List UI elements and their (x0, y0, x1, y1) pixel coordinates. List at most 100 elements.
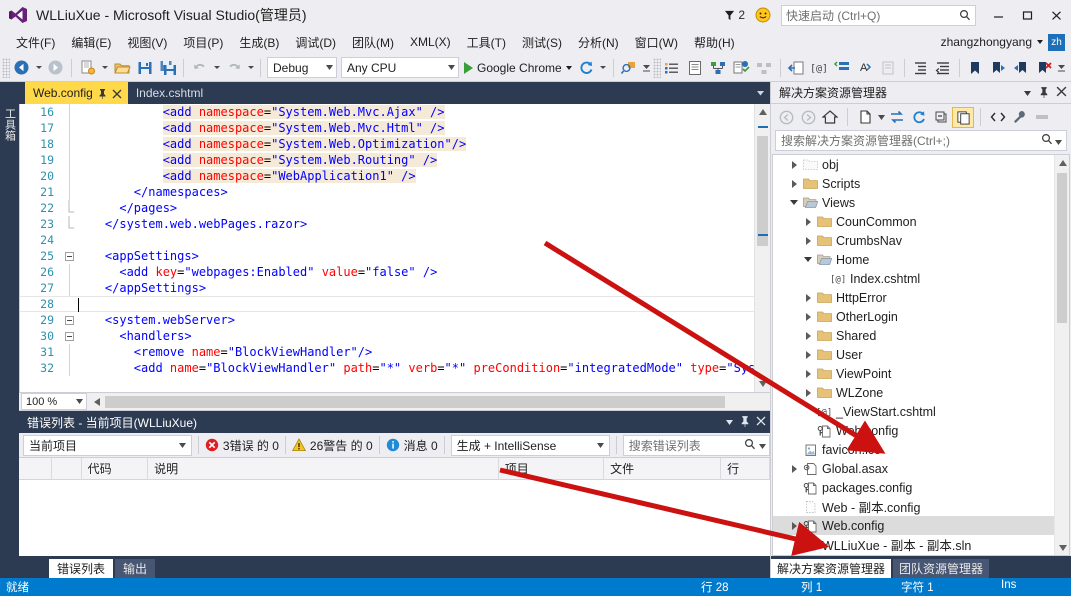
tab-team-explorer[interactable]: 团队资源管理器 (893, 559, 990, 578)
close-icon[interactable] (112, 88, 122, 99)
code-line[interactable]: 24 (20, 232, 770, 248)
code-line[interactable]: 19 <add namespace="System.Web.Routing" /… (20, 152, 770, 168)
error-col-blank[interactable] (19, 457, 53, 480)
pin-icon[interactable] (98, 88, 107, 99)
toolbox-tab[interactable]: 工具箱 (0, 86, 19, 162)
code-line[interactable]: 29 <system.webServer> (20, 312, 770, 328)
navigate-forward-icon[interactable] (44, 57, 67, 79)
clear-bookmarks-icon[interactable] (1033, 57, 1056, 79)
chevron-right-icon[interactable] (801, 288, 815, 307)
code-line[interactable]: 18 <add namespace="System.Web.Optimizati… (20, 136, 770, 152)
editor-horizontal-scrollbar[interactable] (89, 393, 770, 410)
close-icon[interactable] (1056, 86, 1067, 100)
menu-file[interactable]: 文件(F) (8, 31, 63, 54)
code-line[interactable]: 31 <remove name="BlockViewHandler"/> (20, 344, 770, 360)
warning-count-toggle[interactable]: 26警告 的 0 (291, 437, 373, 454)
solution-tree[interactable]: obj Scripts Views CounCommon CrumbsNav Home [@… (772, 154, 1070, 556)
error-col-project[interactable]: 项目 (499, 457, 605, 480)
tree-node[interactable]: OtherLogin (773, 307, 1069, 326)
chevron-right-icon[interactable] (787, 174, 801, 193)
send-smile-icon[interactable] (755, 7, 771, 23)
scroll-left-button[interactable] (89, 394, 105, 410)
tree-node[interactable]: User (773, 345, 1069, 364)
code-line[interactable]: 27 </appSettings> (20, 280, 770, 296)
home-icon[interactable] (819, 107, 841, 128)
view-code-icon[interactable] (987, 107, 1009, 128)
new-project-icon[interactable] (76, 57, 99, 79)
bookmark-icon[interactable] (964, 57, 987, 79)
menu-build[interactable]: 生成(B) (231, 31, 287, 54)
solution-vertical-scrollbar[interactable] (1054, 155, 1069, 555)
window-menu-button[interactable] (1023, 86, 1032, 100)
tree-node[interactable]: Home (773, 250, 1069, 269)
chevron-right-icon[interactable] (801, 364, 815, 383)
tree-node[interactable]: CrumbsNav (773, 231, 1069, 250)
code-line[interactable]: 16 <add namespace="System.Web.Mvc.Ajax" … (20, 104, 770, 120)
tab-list-menu-button[interactable] (752, 84, 768, 102)
scroll-down-button[interactable] (1055, 540, 1069, 555)
error-col-file[interactable]: 文件 (604, 457, 722, 480)
error-col-code[interactable]: 代码 (82, 457, 149, 480)
tree-node[interactable]: [@] _ViewStart.cshtml (773, 402, 1069, 421)
toolbar-overflow-button-2[interactable] (1056, 57, 1068, 79)
show-all-files-icon[interactable] (952, 106, 974, 128)
tree-node[interactable]: ViewPoint (773, 364, 1069, 383)
tree-node[interactable]: packages.config (773, 478, 1069, 497)
chevron-right-icon[interactable] (801, 345, 815, 364)
decrease-indent-icon[interactable] (932, 57, 955, 79)
tree-node[interactable]: Shared (773, 326, 1069, 345)
chevron-right-icon[interactable] (801, 326, 815, 345)
new-project-dropdown[interactable] (99, 57, 110, 79)
navigate-back-icon[interactable] (10, 57, 33, 79)
open-file-icon[interactable] (110, 57, 133, 79)
comment-lines-icon[interactable] (831, 57, 854, 79)
menu-debug[interactable]: 调试(D) (287, 31, 344, 54)
close-icon[interactable] (756, 415, 766, 429)
chevron-right-icon[interactable] (801, 231, 815, 250)
go-to-definition-icon[interactable] (785, 57, 808, 79)
save-all-icon[interactable] (156, 57, 179, 79)
tree-node[interactable]: [@] Index.cshtml (773, 269, 1069, 288)
tree-node[interactable]: obj (773, 155, 1069, 174)
scroll-up-button[interactable] (1055, 155, 1069, 170)
chevron-right-icon[interactable] (801, 212, 815, 231)
tree-node[interactable]: favicon.ico (773, 440, 1069, 459)
editor-tab-web-config[interactable]: Web.config (25, 82, 128, 104)
fold-collapse-icon[interactable] (62, 315, 76, 325)
tree-node[interactable]: HttpError (773, 288, 1069, 307)
increase-indent-icon[interactable] (909, 57, 932, 79)
quick-launch-input[interactable]: 快速启动 (Ctrl+Q) (781, 4, 976, 26)
solution-configuration-combo[interactable]: Debug (267, 57, 337, 78)
code-line[interactable]: 21 </namespaces> (20, 184, 770, 200)
code-line[interactable]: 22 </pages> (20, 200, 770, 216)
tree-node[interactable]: Web.config (773, 421, 1069, 440)
error-col-severity[interactable] (52, 457, 82, 480)
uncomment-lines-icon[interactable]: A (854, 57, 877, 79)
code-editor[interactable]: 16 <add namespace="System.Web.Mvc.Ajax" … (19, 104, 770, 392)
editor-scroll-thumb[interactable] (757, 136, 768, 246)
toolbar-overflow-button[interactable] (641, 57, 653, 79)
editor-hscroll-thumb[interactable] (105, 395, 725, 408)
signed-in-user[interactable]: zhangzhongyang zh (941, 30, 1065, 54)
menu-project[interactable]: 项目(P) (175, 31, 231, 54)
menu-analyze[interactable]: 分析(N) (570, 31, 627, 54)
sync-with-active-document-icon[interactable] (886, 107, 908, 128)
notification-indicator[interactable]: 2 (724, 8, 745, 22)
tree-node[interactable]: WLZone (773, 383, 1069, 402)
build-filter-combo[interactable]: 生成 + IntelliSense (450, 434, 610, 456)
code-text-area[interactable]: 16 <add namespace="System.Web.Mvc.Ajax" … (20, 104, 770, 392)
fold-collapse-icon[interactable] (62, 331, 76, 341)
tree-node[interactable]: Scripts (773, 174, 1069, 193)
error-count-toggle[interactable]: 3错误 的 0 (205, 437, 279, 454)
bullet-list-icon[interactable] (661, 57, 684, 79)
error-scope-combo[interactable]: 当前项目 (23, 434, 192, 456)
code-line[interactable]: 17 <add namespace="System.Web.Mvc.Html" … (20, 120, 770, 136)
scroll-down-button[interactable] (755, 376, 771, 392)
error-list-rows[interactable] (19, 480, 770, 556)
navigate-back-dropdown[interactable] (33, 57, 44, 79)
error-search-input[interactable]: 搜索错误列表 (622, 434, 771, 456)
toolbar-grip[interactable] (652, 57, 661, 78)
tree-node[interactable]: Views (773, 193, 1069, 212)
solution-platform-combo[interactable]: Any CPU (341, 57, 459, 78)
new-file-icon[interactable] (854, 107, 876, 128)
